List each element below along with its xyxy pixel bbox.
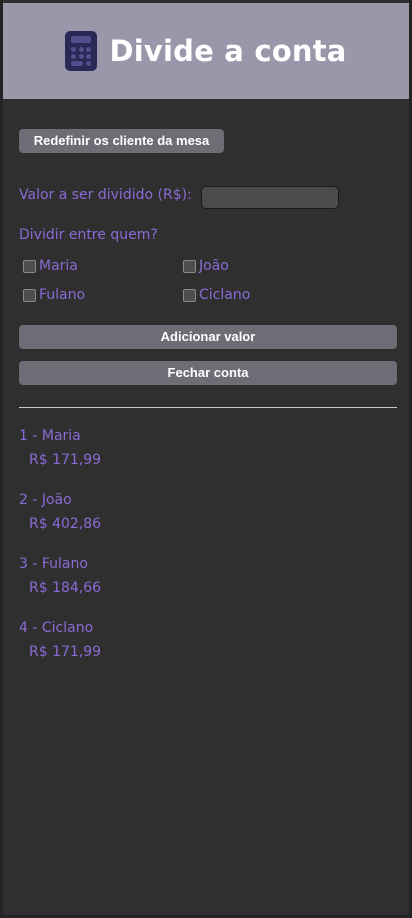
checkbox-ciclano[interactable] [183,289,196,302]
checkbox-maria[interactable] [23,260,36,273]
result-label-4: 4 - Ciclano [19,620,94,636]
app-header: Divide a conta [3,3,409,99]
checkbox-label-joao: João [199,258,229,274]
checkbox-fulano[interactable] [23,289,36,302]
result-label-3: 3 - Fulano [19,556,88,572]
checkbox-label-ciclano: Ciclano [199,287,251,303]
checkbox-joao[interactable] [183,260,196,273]
checkbox-label-fulano: Fulano [39,287,86,303]
add-value-button[interactable]: Adicionar valor [19,325,397,349]
close-bill-button[interactable]: Fechar conta [19,361,397,385]
result-label-2: 2 - João [19,492,72,508]
divider [19,407,397,408]
amount-label: Valor a ser dividido (R$): [19,187,192,203]
result-label-1: 1 - Maria [19,428,81,444]
split-label: Dividir entre quem? [19,227,158,243]
reset-clients-button[interactable]: Redefinir os cliente da mesa [19,129,224,153]
checkbox-label-maria: Maria [39,258,78,274]
result-value-3: R$ 184,66 [29,580,102,596]
calculator-icon [65,31,98,71]
result-value-4: R$ 171,99 [29,644,102,660]
result-value-2: R$ 402,86 [29,516,102,532]
result-value-1: R$ 171,99 [29,452,102,468]
amount-input[interactable] [201,186,339,209]
page-title: Divide a conta [109,34,347,68]
